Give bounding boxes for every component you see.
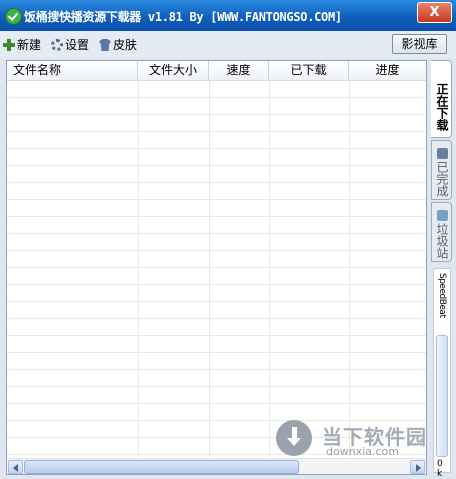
column-header-filename[interactable]: 文件名称 [7,61,138,80]
new-button[interactable]: 新建 [3,37,41,53]
empty-row [7,81,426,98]
toolbar: 新建 设置 皮肤 [0,31,456,58]
side-tabs: 正在下载 已完成 垃圾站 SpeedBeat 0 k [431,60,453,479]
shirt-icon [99,39,111,51]
download-list[interactable]: 文件名称 文件大小 速度 已下载 进度 [6,60,427,475]
list-header: 文件名称 文件大小 速度 已下载 进度 [7,61,426,81]
empty-row [7,200,426,217]
app-logo-icon [5,8,22,25]
column-header-speed[interactable]: 速度 [209,61,269,80]
skin-label: 皮肤 [113,38,138,52]
watermark: 当下软件园 downxia.com [276,418,436,458]
scroll-left-button[interactable] [8,460,23,474]
trash-icon [436,209,448,221]
video-library-button[interactable]: 影视库 [392,34,447,54]
plus-icon [3,39,15,51]
column-divider [209,81,210,457]
empty-row [7,319,426,336]
column-divider [349,81,350,457]
skin-button[interactable]: 皮肤 [99,37,137,53]
column-header-filesize[interactable]: 文件大小 [138,61,209,80]
check-folder-icon [436,147,448,159]
empty-row [7,268,426,285]
close-button[interactable]: X [417,2,452,23]
column-divider [269,81,270,457]
empty-row [7,387,426,404]
empty-row [7,336,426,353]
settings-button[interactable]: 设置 [51,37,89,53]
speed-meter-label: SpeedBeat [437,273,447,318]
empty-row [7,251,426,268]
empty-row [7,166,426,183]
tab-trash[interactable]: 垃圾站 [431,202,452,262]
empty-row [7,132,426,149]
tab-completed-label: 已完成 [435,160,449,197]
empty-row [7,98,426,115]
empty-row [7,183,426,200]
scroll-thumb[interactable] [24,460,299,474]
speed-value: 0 k [437,459,443,479]
title-bar: 饭桶搜快播资源下载器 v1.81 By [WWW.FANTONGSO.COM] … [0,0,456,31]
scroll-right-button[interactable] [410,460,425,474]
new-label: 新建 [17,38,42,52]
empty-row [7,234,426,251]
empty-row [7,353,426,370]
tab-downloading[interactable]: 正在下载 [431,60,452,138]
tab-completed[interactable]: 已完成 [431,140,452,200]
empty-row [7,217,426,234]
empty-row [7,370,426,387]
download-arrow-icon [276,420,312,456]
window-title: 饭桶搜快播资源下载器 v1.81 By [WWW.FANTONGSO.COM] [24,10,342,24]
empty-row [7,149,426,166]
gear-icon [51,39,63,51]
speed-meter-scroll[interactable] [436,335,448,457]
horizontal-scrollbar[interactable] [7,458,426,474]
column-divider [138,81,139,457]
list-body [7,81,426,457]
settings-label: 设置 [65,38,90,52]
column-header-progress[interactable]: 进度 [349,61,426,80]
empty-row [7,115,426,132]
empty-row [7,285,426,302]
watermark-url: downxia.com [326,445,399,458]
empty-row [7,302,426,319]
column-header-downloaded[interactable]: 已下载 [269,61,349,80]
tab-trash-label: 垃圾站 [435,222,449,259]
